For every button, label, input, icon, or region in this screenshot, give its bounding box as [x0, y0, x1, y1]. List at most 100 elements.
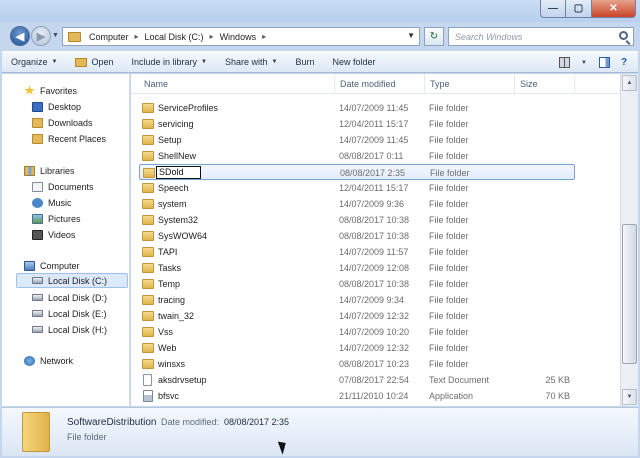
- nav-local-disk-c[interactable]: Local Disk (C:): [16, 273, 128, 288]
- table-row[interactable]: SysWOW64 08/08/2017 10:38 File folder: [139, 228, 575, 244]
- breadcrumb-computer[interactable]: Computer: [87, 32, 131, 42]
- refresh-button[interactable]: ↻: [424, 27, 444, 46]
- chevron-down-icon: ▼: [51, 59, 58, 65]
- breadcrumb-separator-icon[interactable]: ▸: [131, 32, 143, 41]
- address-bar[interactable]: Computer ▸ Local Disk (C:) ▸ Windows ▸ ▼: [62, 27, 420, 46]
- nav-label: Network: [40, 355, 74, 366]
- drive-icon: [32, 326, 43, 333]
- column-header-size[interactable]: Size: [515, 74, 575, 94]
- nav-downloads[interactable]: Downloads: [32, 115, 93, 130]
- table-row[interactable]: SDold 08/08/2017 2:35 File folder: [139, 164, 575, 180]
- nav-videos[interactable]: Videos: [32, 227, 75, 242]
- nav-favorites[interactable]: Favorites: [24, 83, 77, 98]
- table-row[interactable]: Tasks 14/07/2009 12:08 File folder: [139, 260, 575, 276]
- minimize-button[interactable]: —: [540, 0, 566, 18]
- file-type: File folder: [429, 359, 469, 369]
- folder-icon: [142, 311, 154, 321]
- folder-icon: [143, 168, 155, 178]
- table-row[interactable]: TAPI 14/07/2009 11:57 File folder: [139, 244, 575, 260]
- folder-icon: [142, 263, 154, 273]
- table-row[interactable]: ShellNew 08/08/2017 0:11 File folder: [139, 148, 575, 164]
- forward-button[interactable]: ▶: [31, 26, 51, 46]
- file-size: [519, 340, 570, 356]
- preview-pane-button[interactable]: [596, 55, 612, 70]
- file-name: SysWOW64: [158, 231, 208, 241]
- table-row[interactable]: Vss 14/07/2009 10:20 File folder: [139, 324, 575, 340]
- nav-music[interactable]: Music: [32, 195, 72, 210]
- file-type: File folder: [429, 343, 469, 353]
- table-row[interactable]: system 14/07/2009 9:36 File folder: [139, 196, 575, 212]
- nav-desktop[interactable]: Desktop: [32, 99, 81, 114]
- file-type: File folder: [429, 263, 469, 273]
- table-row[interactable]: tracing 14/07/2009 9:34 File folder: [139, 292, 575, 308]
- file-date-modified: 08/08/2017 10:38: [339, 231, 410, 241]
- nav-local-disk-h[interactable]: Local Disk (H:): [32, 322, 107, 337]
- column-header-date-modified[interactable]: Date modified: [335, 74, 425, 94]
- file-size: [519, 116, 570, 132]
- breadcrumb-local-disk-c[interactable]: Local Disk (C:): [143, 32, 206, 42]
- table-row[interactable]: Web 14/07/2009 12:32 File folder: [139, 340, 575, 356]
- rename-input[interactable]: SDold: [156, 166, 201, 179]
- column-header-type[interactable]: Type: [425, 74, 515, 94]
- burn-button[interactable]: Burn: [286, 52, 323, 72]
- breadcrumb-windows[interactable]: Windows: [218, 32, 259, 42]
- nav-recent-places[interactable]: Recent Places: [32, 131, 106, 146]
- vertical-scrollbar[interactable]: ▲ ▼: [620, 74, 638, 406]
- scroll-down-button[interactable]: ▼: [622, 389, 637, 405]
- view-options-dropdown[interactable]: ▼: [576, 55, 592, 70]
- table-row[interactable]: bootstat.dat 08/08/2017 9:23 DAT File 66 KB: [139, 404, 575, 406]
- nav-documents[interactable]: Documents: [32, 179, 94, 194]
- nav-label: Local Disk (H:): [48, 324, 108, 335]
- table-row[interactable]: Speech 12/04/2011 15:17 File folder: [139, 180, 575, 196]
- table-row[interactable]: ServiceProfiles 14/07/2009 11:45 File fold…: [139, 100, 575, 116]
- nav-local-disk-e[interactable]: Local Disk (E:): [32, 306, 107, 321]
- file-name: tracing: [158, 295, 186, 305]
- table-row[interactable]: Setup 14/07/2009 11:45 File folder: [139, 132, 575, 148]
- scroll-up-button[interactable]: ▲: [622, 75, 637, 91]
- file-name: Tasks: [158, 263, 182, 273]
- file-type: File folder: [429, 215, 469, 225]
- file-size: 25 KB: [545, 375, 570, 385]
- recent-pages-dropdown-icon[interactable]: ▼: [52, 32, 59, 39]
- address-dropdown-icon[interactable]: ▼: [407, 31, 415, 40]
- organize-button[interactable]: Organize ▼: [2, 52, 66, 72]
- folder-open-icon: [75, 57, 88, 67]
- file-size: [519, 228, 570, 244]
- file-size: [519, 276, 570, 292]
- back-button[interactable]: ◀: [10, 26, 30, 46]
- nav-libraries[interactable]: Libraries: [24, 163, 75, 178]
- nav-network[interactable]: Network: [24, 353, 73, 368]
- table-row[interactable]: aksdrvsetup 07/08/2017 22:54 Text Document…: [139, 372, 575, 388]
- share-with-button[interactable]: Share with ▼: [216, 52, 286, 72]
- nav-label: Pictures: [48, 213, 81, 224]
- new-folder-button[interactable]: New folder: [324, 52, 385, 72]
- open-button[interactable]: Open: [66, 52, 122, 72]
- breadcrumb-separator-icon[interactable]: ▸: [258, 32, 270, 41]
- file-type: File folder: [429, 199, 469, 209]
- include-in-library-button[interactable]: Include in library ▼: [123, 52, 216, 72]
- table-row[interactable]: twain_32 14/07/2009 12:32 File folder: [139, 308, 575, 324]
- folder-icon: [68, 31, 81, 42]
- change-view-button[interactable]: [556, 55, 572, 70]
- table-row[interactable]: System32 08/08/2017 10:38 File folder: [139, 212, 575, 228]
- table-row[interactable]: bfsvc 21/11/2010 10:24 Application 70 KB: [139, 388, 575, 404]
- nav-local-disk-d[interactable]: Local Disk (D:): [32, 290, 107, 305]
- file-date-modified: 07/08/2017 22:54: [339, 375, 410, 385]
- nav-pictures[interactable]: Pictures: [32, 211, 81, 226]
- maximize-button[interactable]: ▢: [566, 0, 592, 18]
- nav-label: Libraries: [40, 165, 75, 176]
- file-size: [520, 165, 571, 181]
- search-icon[interactable]: [619, 31, 628, 40]
- scrollbar-thumb[interactable]: [622, 224, 637, 364]
- table-row[interactable]: servicing 12/04/2011 15:17 File folder: [139, 116, 575, 132]
- search-input[interactable]: Search Windows: [448, 27, 634, 46]
- folder-icon: [142, 135, 154, 145]
- close-button[interactable]: ✕: [592, 0, 636, 18]
- breadcrumb-separator-icon[interactable]: ▸: [206, 32, 218, 41]
- file-size: [519, 100, 570, 116]
- table-row[interactable]: winsxs 08/08/2017 10:23 File folder: [139, 356, 575, 372]
- nav-computer[interactable]: Computer: [24, 258, 80, 273]
- table-row[interactable]: Temp 08/08/2017 10:38 File folder: [139, 276, 575, 292]
- help-button[interactable]: ?: [616, 55, 632, 70]
- column-header-name[interactable]: Name: [139, 74, 335, 94]
